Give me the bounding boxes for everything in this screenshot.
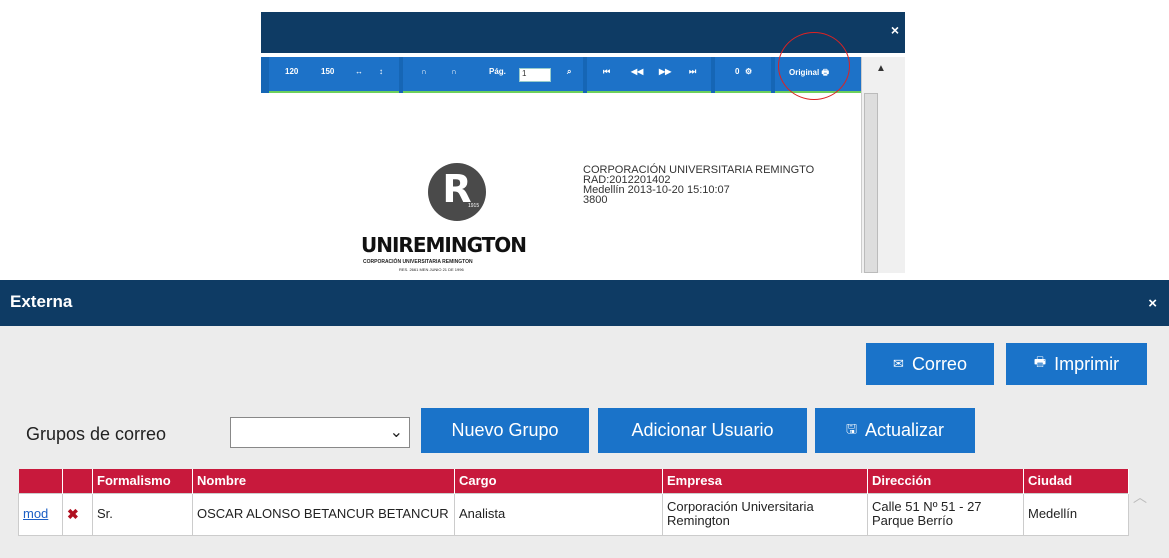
- recipients-table: Formalismo Nombre Cargo Empresa Direcció…: [18, 469, 1129, 536]
- logo-circle: R 1915: [428, 163, 486, 221]
- correo-button[interactable]: ✉ Correo: [866, 343, 994, 385]
- col-header-direccion: Dirección: [867, 469, 1024, 493]
- col-header-ciudad: Ciudad: [1023, 469, 1129, 493]
- col-header-nombre: Nombre: [192, 469, 455, 493]
- fit-height-icon[interactable]: ↕: [379, 67, 383, 76]
- radicado-stamp: CORPORACIÓN UNIVERSITARIA REMINGTO RAD:2…: [583, 164, 815, 206]
- externa-window: Externa × ✉ Correo 🖶 Imprimir Grupos de …: [0, 280, 1169, 558]
- rotate-right-icon[interactable]: ∩: [451, 67, 457, 76]
- preview-scrollbar[interactable]: ▲: [861, 57, 905, 273]
- logo-name: UNIREMINGTON: [361, 233, 527, 257]
- zoom-120-button[interactable]: 120: [285, 67, 298, 76]
- cell-formalismo: Sr.: [92, 492, 193, 536]
- window-titlebar: Externa ×: [0, 280, 1169, 326]
- col-header-cargo: Cargo: [454, 469, 663, 493]
- logo-subtitle: CORPORACIÓN UNIVERSITARIA REMINGTON: [363, 259, 473, 265]
- grupos-label: Grupos de correo: [26, 424, 167, 444]
- table-row: mod ✖ Sr. OSCAR ALONSO BETANCUR BETANCUR…: [18, 492, 1129, 536]
- grupos-select[interactable]: ⌄: [230, 417, 410, 448]
- preview-close-icon[interactable]: ×: [891, 22, 899, 38]
- adicionar-usuario-button[interactable]: Adicionar Usuario: [598, 408, 807, 453]
- rotate-left-icon[interactable]: ∩: [421, 67, 427, 76]
- settings-icon[interactable]: ⚙: [745, 67, 752, 76]
- scroll-thumb[interactable]: [864, 93, 878, 273]
- save-icon: 🖫: [845, 420, 858, 436]
- preview-toolbar: 120 150 ↔ ↕ ∩ ∩ Pág. 1 ⌕ ⏮ ◀◀ ▶▶ ⏭ 0 ⚙ O…: [261, 57, 861, 93]
- first-page-icon[interactable]: ⏮: [603, 67, 610, 77]
- zoom-150-button[interactable]: 150: [321, 67, 334, 76]
- table-header-row: Formalismo Nombre Cargo Empresa Direcció…: [18, 469, 1129, 493]
- logo-subtitle-2: RES. 2661 MEN JUNIO 21 DE 1996: [399, 267, 464, 272]
- highlight-circle: [778, 32, 850, 100]
- actualizar-button[interactable]: 🖫 Actualizar: [815, 408, 975, 453]
- envelope-icon: ✉: [893, 356, 904, 371]
- chevron-down-icon: ⌄: [389, 424, 403, 441]
- table-scroll-up-icon[interactable]: ︿: [1133, 487, 1147, 507]
- zero-label: 0: [735, 67, 740, 76]
- fit-width-icon[interactable]: ↔: [355, 67, 363, 76]
- cell-nombre: OSCAR ALONSO BETANCUR BETANCUR: [192, 492, 455, 536]
- search-icon[interactable]: ⌕: [567, 67, 571, 77]
- prev-page-icon[interactable]: ◀◀: [631, 67, 643, 76]
- scroll-up-icon[interactable]: ▲: [876, 63, 886, 74]
- col-header-empresa: Empresa: [662, 469, 868, 493]
- col-header-formalismo: Formalismo: [92, 469, 193, 493]
- col-header-delete: [62, 469, 93, 493]
- col-header-mod: [18, 469, 63, 493]
- cell-direccion: Calle 51 Nº 51 - 27 Parque Berrío: [867, 492, 1024, 536]
- printer-icon: 🖶: [1033, 354, 1047, 369]
- last-page-icon[interactable]: ⏭: [689, 67, 696, 77]
- cell-empresa: Corporación Universitaria Remington: [662, 492, 868, 536]
- cell-ciudad: Medellín: [1023, 492, 1129, 536]
- cell-cargo: Analista: [454, 492, 663, 536]
- window-title: Externa: [10, 292, 73, 311]
- mod-link[interactable]: mod: [23, 506, 48, 521]
- page-label: Pág.: [489, 67, 506, 76]
- delete-icon[interactable]: ✖: [67, 506, 79, 522]
- imprimir-button[interactable]: 🖶 Imprimir: [1006, 343, 1147, 385]
- document-preview: × 120 150 ↔ ↕ ∩ ∩ Pág. 1 ⌕ ⏮ ◀◀ ▶▶ ⏭ 0 ⚙…: [261, 5, 905, 273]
- nuevo-grupo-button[interactable]: Nuevo Grupo: [421, 408, 589, 453]
- page-input[interactable]: 1: [519, 68, 551, 82]
- close-icon[interactable]: ×: [1148, 295, 1157, 312]
- next-page-icon[interactable]: ▶▶: [659, 67, 671, 76]
